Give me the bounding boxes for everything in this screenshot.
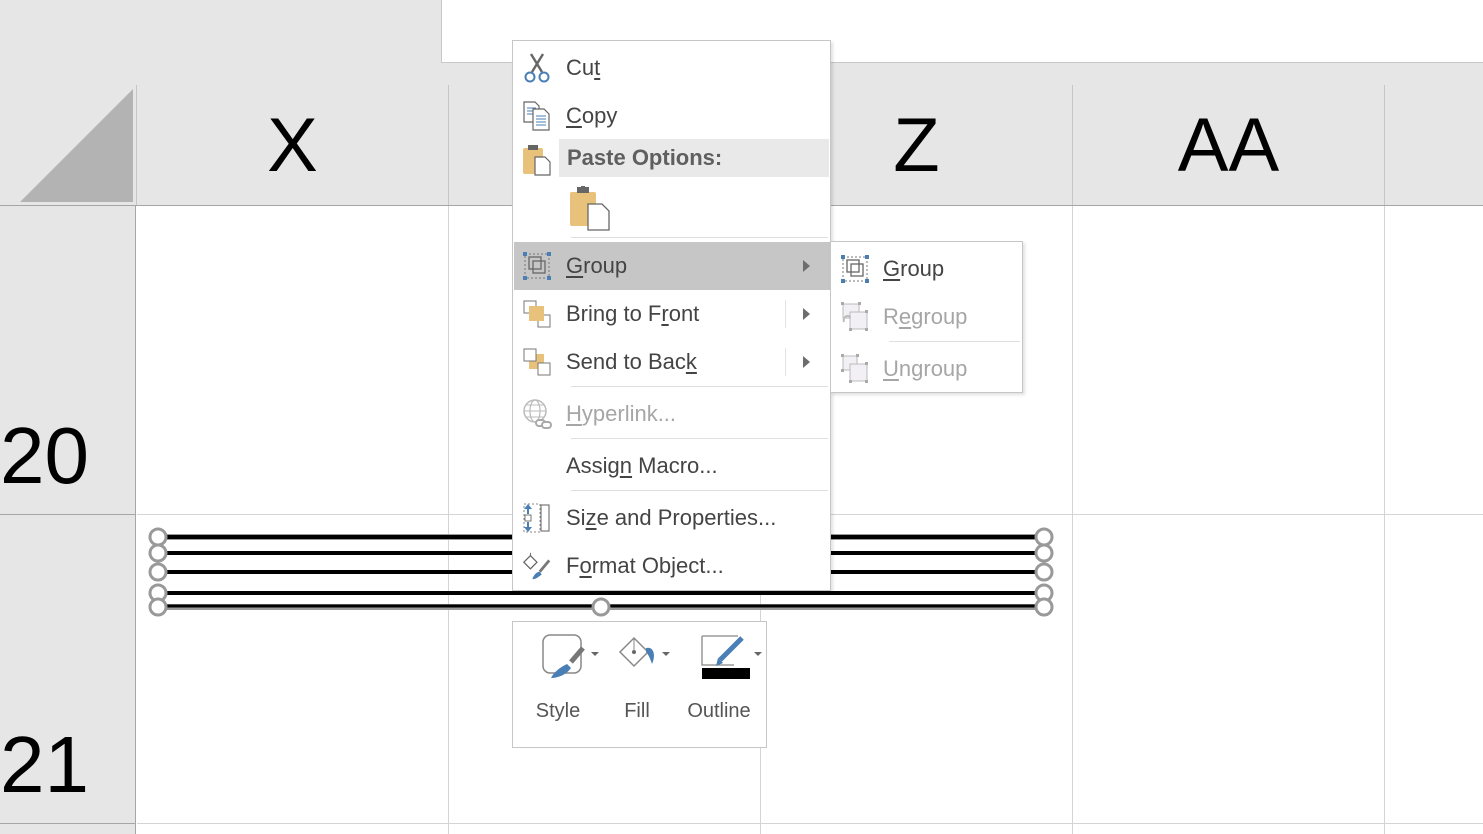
group-icon bbox=[839, 253, 871, 285]
group-submenu: Group Regroup Ungroup bbox=[830, 241, 1023, 393]
group-icon bbox=[521, 250, 553, 282]
menu-separator bbox=[571, 386, 828, 387]
menu-separator bbox=[889, 341, 1020, 342]
menu-item-label: Group bbox=[566, 253, 628, 278]
menu-item-label: Send to Back bbox=[566, 349, 697, 374]
regroup-icon bbox=[839, 301, 871, 333]
submenu-item-regroup[interactable]: Regroup bbox=[832, 293, 1022, 341]
split-divider bbox=[785, 348, 786, 376]
paste-options-header: Paste Options: bbox=[559, 139, 829, 177]
menu-separator bbox=[571, 237, 828, 238]
menu-item-format-object[interactable]: Format Object... bbox=[514, 542, 830, 590]
outline-color-swatch bbox=[702, 668, 750, 679]
submenu-arrow-icon[interactable] bbox=[803, 308, 810, 320]
resize-handle[interactable] bbox=[1034, 527, 1054, 547]
hyperlink-icon bbox=[521, 398, 553, 430]
split-divider bbox=[785, 300, 786, 328]
outline-label: Outline bbox=[687, 700, 751, 722]
menu-item-label: Size and Properties... bbox=[566, 505, 777, 530]
mini-toolbar: Style Fill Outline bbox=[512, 621, 767, 748]
menu-item-label: Regroup bbox=[883, 304, 968, 329]
outline-pen-icon bbox=[688, 632, 762, 682]
menu-item-send-to-back[interactable]: Send to Back bbox=[514, 338, 830, 386]
resize-handle[interactable] bbox=[148, 527, 168, 547]
resize-handle[interactable] bbox=[148, 562, 168, 582]
bring-to-front-icon bbox=[521, 298, 553, 330]
ungroup-icon bbox=[839, 353, 871, 385]
resize-handle[interactable] bbox=[1034, 597, 1054, 617]
menu-item-label: Format Object... bbox=[566, 553, 724, 578]
menu-separator bbox=[571, 438, 828, 439]
submenu-arrow-icon bbox=[803, 260, 810, 272]
menu-item-label: Assign Macro... bbox=[566, 453, 718, 478]
menu-item-group[interactable]: Group bbox=[514, 242, 830, 290]
submenu-item-group[interactable]: Group bbox=[832, 245, 1022, 293]
menu-item-label: Hyperlink... bbox=[566, 401, 677, 426]
menu-item-copy[interactable]: Copy bbox=[514, 92, 830, 140]
paste-icon bbox=[521, 143, 553, 177]
size-properties-icon bbox=[521, 502, 553, 534]
menu-item-cut[interactable]: Cut bbox=[514, 44, 830, 92]
fill-bucket-icon bbox=[606, 632, 670, 682]
paste-keep-source-button[interactable] bbox=[567, 184, 613, 232]
menu-item-hyperlink[interactable]: Hyperlink... bbox=[514, 390, 830, 438]
dropdown-arrow-icon bbox=[754, 652, 762, 656]
menu-item-label: Copy bbox=[566, 103, 618, 128]
format-object-icon bbox=[521, 550, 553, 582]
menu-item-label: Group bbox=[883, 256, 945, 281]
paste-keep-source-icon bbox=[567, 186, 613, 236]
scissors-icon bbox=[521, 52, 553, 84]
dropdown-arrow-icon bbox=[662, 652, 670, 656]
resize-handle[interactable] bbox=[1034, 543, 1054, 563]
menu-item-size-and-properties[interactable]: Size and Properties... bbox=[514, 494, 830, 542]
resize-handle[interactable] bbox=[591, 597, 611, 617]
resize-handle[interactable] bbox=[148, 597, 168, 617]
fill-button[interactable]: Fill bbox=[606, 622, 670, 747]
dropdown-arrow-icon bbox=[591, 652, 599, 656]
menu-item-assign-macro[interactable]: Assign Macro... bbox=[514, 442, 830, 490]
context-menu: Cut Copy Paste Options: Group Bring to F… bbox=[512, 40, 831, 591]
style-button[interactable]: Style bbox=[523, 622, 599, 747]
outline-button[interactable]: Outline bbox=[679, 622, 762, 747]
copy-icon bbox=[521, 100, 553, 132]
menu-item-bring-to-front[interactable]: Bring to Front bbox=[514, 290, 830, 338]
shape-style-icon bbox=[527, 632, 599, 682]
send-to-back-icon bbox=[521, 346, 553, 378]
fill-label: Fill bbox=[624, 700, 650, 722]
submenu-item-ungroup[interactable]: Ungroup bbox=[832, 345, 1022, 393]
menu-item-label: Ungroup bbox=[883, 356, 968, 381]
style-label: Style bbox=[535, 700, 581, 722]
menu-item-label: Cut bbox=[566, 55, 601, 80]
resize-handle[interactable] bbox=[1034, 562, 1054, 582]
submenu-arrow-icon[interactable] bbox=[803, 356, 810, 368]
resize-handle[interactable] bbox=[148, 543, 168, 563]
menu-item-label: Bring to Front bbox=[566, 301, 700, 326]
menu-separator bbox=[571, 490, 828, 491]
